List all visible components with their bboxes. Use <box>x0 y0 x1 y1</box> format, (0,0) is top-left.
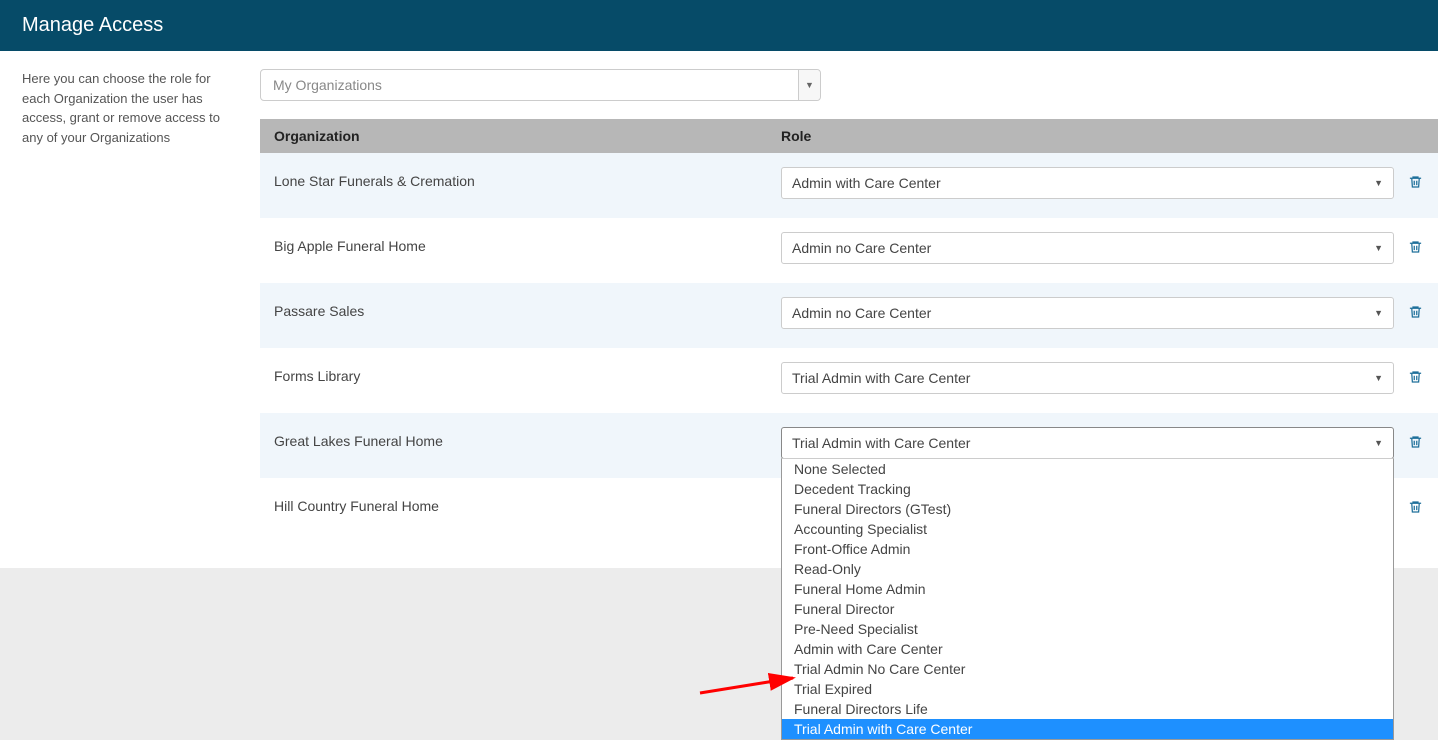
role-select[interactable]: Admin no Care Center ▼ <box>781 297 1394 329</box>
delete-button[interactable] <box>1408 362 1424 385</box>
role-option[interactable]: Trial Admin with Care Center <box>782 719 1393 739</box>
table-header: Organization Role <box>260 119 1438 153</box>
org-select-wrap: My Organizations ▼ <box>260 69 1438 101</box>
role-option[interactable]: Pre-Need Specialist <box>782 619 1393 639</box>
role-dropdown-list: None SelectedDecedent TrackingFuneral Di… <box>781 458 1394 740</box>
role-cell: Admin with Care Center ▼ <box>781 167 1438 199</box>
trash-icon <box>1408 499 1423 515</box>
sidebar-description: Here you can choose the role for each Or… <box>22 69 260 147</box>
table-row: Forms Library Trial Admin with Care Cent… <box>260 348 1438 413</box>
chevron-down-icon: ▼ <box>1374 308 1383 318</box>
role-cell: Trial Admin with Care Center ▼ <box>781 362 1438 394</box>
trash-icon <box>1408 304 1423 320</box>
page-title: Manage Access <box>22 14 163 36</box>
role-option[interactable]: Front-Office Admin <box>782 539 1393 559</box>
organization-name: Big Apple Funeral Home <box>260 232 781 254</box>
trash-icon <box>1408 434 1423 450</box>
chevron-down-icon: ▼ <box>1374 243 1383 253</box>
table-row: Passare Sales Admin no Care Center ▼ <box>260 283 1438 348</box>
chevron-down-icon: ▼ <box>798 70 820 100</box>
role-cell: Admin no Care Center ▼ <box>781 232 1438 264</box>
delete-button[interactable] <box>1408 167 1424 190</box>
role-option[interactable]: Funeral Home Admin <box>782 579 1393 599</box>
page: Manage Access Here you can choose the ro… <box>0 0 1438 568</box>
organization-name: Great Lakes Funeral Home <box>260 427 781 449</box>
organization-combobox[interactable]: My Organizations ▼ <box>260 69 821 101</box>
role-select-value: Admin no Care Center <box>792 305 931 321</box>
role-select[interactable]: Admin with Care Center ▼ <box>781 167 1394 199</box>
organization-combobox-placeholder: My Organizations <box>261 77 798 93</box>
role-option[interactable]: Read-Only <box>782 559 1393 579</box>
role-cell: Admin no Care Center ▼ <box>781 297 1438 329</box>
role-option[interactable]: Admin with Care Center <box>782 639 1393 659</box>
role-select[interactable]: Admin no Care Center ▼ <box>781 232 1394 264</box>
organization-name: Forms Library <box>260 362 781 384</box>
role-select-value: Admin with Care Center <box>792 175 941 191</box>
chevron-down-icon: ▼ <box>1374 438 1383 448</box>
role-select-value: Admin no Care Center <box>792 240 931 256</box>
main-column: My Organizations ▼ Organization Role Lon… <box>260 69 1438 543</box>
page-header: Manage Access <box>0 0 1438 51</box>
role-option[interactable]: Funeral Director <box>782 599 1393 619</box>
delete-button[interactable] <box>1408 232 1424 255</box>
column-header-organization: Organization <box>260 128 781 144</box>
role-select[interactable]: Trial Admin with Care Center ▼ <box>781 362 1394 394</box>
organization-name: Passare Sales <box>260 297 781 319</box>
role-option[interactable]: Trial Expired <box>782 679 1393 699</box>
table-row: Lone Star Funerals & Cremation Admin wit… <box>260 153 1438 218</box>
content-area: Here you can choose the role for each Or… <box>0 51 1438 568</box>
organization-name: Lone Star Funerals & Cremation <box>260 167 781 189</box>
role-select[interactable]: Trial Admin with Care Center ▼ <box>781 427 1394 459</box>
role-option[interactable]: Funeral Directors (GTest) <box>782 499 1393 519</box>
table-row: Great Lakes Funeral Home Trial Admin wit… <box>260 413 1438 478</box>
delete-button[interactable] <box>1408 427 1424 450</box>
role-cell: Trial Admin with Care Center ▼ None Sele… <box>781 427 1438 459</box>
table-row: Big Apple Funeral Home Admin no Care Cen… <box>260 218 1438 283</box>
role-option[interactable]: Trial Admin No Care Center <box>782 659 1393 679</box>
role-option[interactable]: Funeral Directors Life <box>782 699 1393 719</box>
role-option[interactable]: None Selected <box>782 459 1393 479</box>
delete-button[interactable] <box>1408 297 1424 320</box>
chevron-down-icon: ▼ <box>1374 178 1383 188</box>
column-header-role: Role <box>781 128 1438 144</box>
role-select-value: Trial Admin with Care Center <box>792 435 970 451</box>
chevron-down-icon: ▼ <box>1374 373 1383 383</box>
role-option[interactable]: Decedent Tracking <box>782 479 1393 499</box>
trash-icon <box>1408 174 1423 190</box>
organization-name: Hill Country Funeral Home <box>260 492 781 514</box>
role-select-value: Trial Admin with Care Center <box>792 370 970 386</box>
trash-icon <box>1408 239 1423 255</box>
role-option[interactable]: Accounting Specialist <box>782 519 1393 539</box>
trash-icon <box>1408 369 1423 385</box>
delete-button[interactable] <box>1408 492 1424 515</box>
